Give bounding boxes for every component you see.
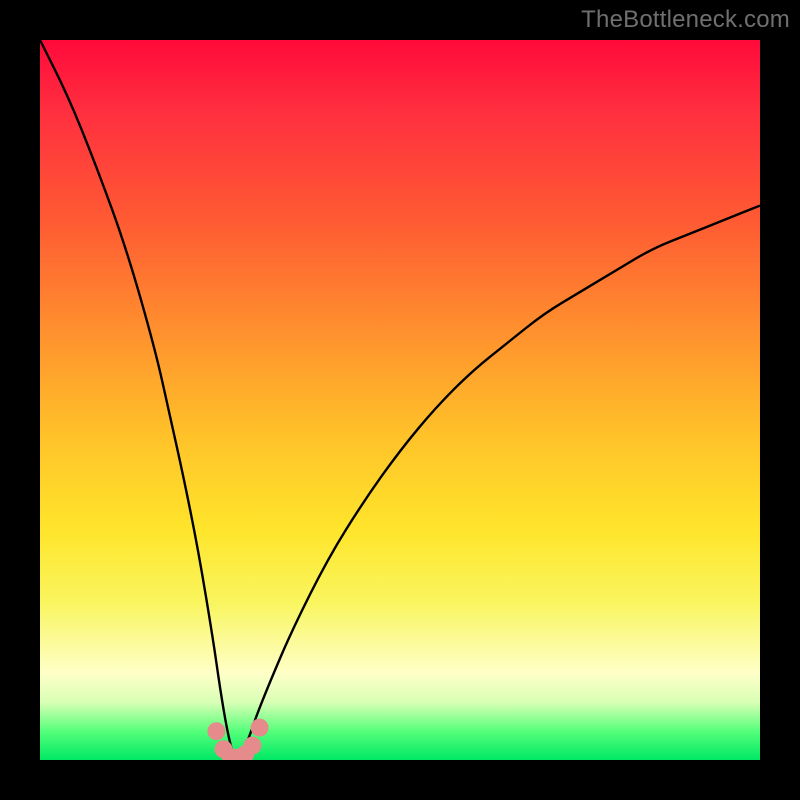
trough-marker: [251, 719, 269, 737]
watermark-text: TheBottleneck.com: [581, 6, 790, 34]
curve-svg: [40, 40, 760, 760]
trough-markers: [207, 719, 268, 760]
plot-area: [40, 40, 760, 760]
bottleneck-curve: [40, 40, 760, 757]
trough-marker: [207, 722, 225, 740]
trough-marker: [243, 737, 261, 755]
chart-frame: TheBottleneck.com: [0, 0, 800, 800]
